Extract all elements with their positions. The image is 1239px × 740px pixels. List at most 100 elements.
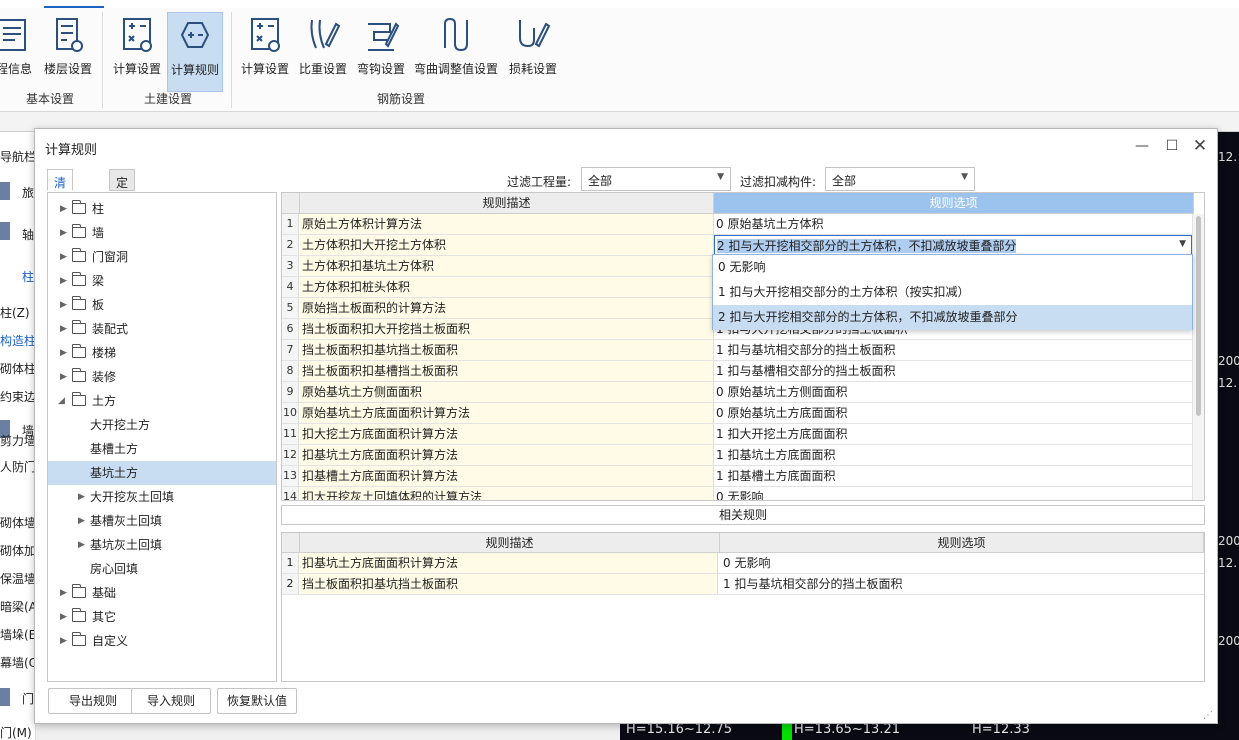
tree-node[interactable]: ▶ 装配式 bbox=[48, 317, 276, 341]
tree-node[interactable]: ▶ 基槽灰土回填 bbox=[48, 509, 276, 533]
nav-item[interactable]: 门(M) bbox=[0, 724, 35, 740]
nav-item[interactable]: 暗梁(A) bbox=[0, 598, 35, 615]
resize-grip-icon[interactable]: ⋰ bbox=[1203, 710, 1213, 721]
loss-settings-button[interactable]: 损耗设置 bbox=[504, 12, 562, 92]
tree-node-pit-earthwork[interactable]: 基坑土方 bbox=[48, 461, 276, 485]
nav-item[interactable]: 砌体墙 bbox=[0, 514, 35, 531]
tree-node[interactable]: 大开挖土方 bbox=[48, 413, 276, 437]
tab-quota-rules[interactable]: 定额规则 bbox=[109, 169, 136, 241]
restore-default-button[interactable]: 恢复默认值 bbox=[217, 688, 297, 714]
tree-node[interactable]: ▶ 其它 bbox=[48, 605, 276, 629]
density-settings-button[interactable]: 比重设置 bbox=[296, 12, 350, 92]
chevron-right-icon[interactable]: ▶ bbox=[60, 197, 70, 221]
filter-quantity-select[interactable]: 全部 ▼ bbox=[581, 167, 731, 191]
chevron-right-icon[interactable]: ▶ bbox=[78, 533, 88, 557]
rebar-calc-settings-button[interactable]: 计算设置 bbox=[238, 12, 292, 92]
tree-node[interactable]: ▶ 板 bbox=[48, 293, 276, 317]
nav-item[interactable]: 约束边 bbox=[0, 388, 35, 405]
table-row[interactable]: 9 原始基坑土方侧面面积 0 原始基坑土方侧面面积 bbox=[282, 382, 1204, 403]
chevron-down-icon[interactable]: ▼ bbox=[1179, 239, 1186, 249]
table-row[interactable]: 8 挡土板面积扣基槽挡土板面积 1 扣与基槽相交部分的挡土板面积 bbox=[282, 361, 1204, 382]
dropdown-option-2[interactable]: 2 扣与大开挖相交部分的土方体积，不扣减放坡重叠部分 bbox=[713, 305, 1192, 330]
table-row[interactable]: 1 原始土方体积计算方法 0 原始基坑土方体积 bbox=[282, 214, 1204, 235]
table-row[interactable]: 1 扣基坑土方底面面积计算方法 0 无影响 bbox=[282, 553, 1204, 574]
chevron-right-icon[interactable]: ▶ bbox=[78, 509, 88, 533]
calc-rules-button[interactable]: 计算规则 bbox=[167, 12, 223, 92]
project-info-button[interactable]: 程信息 bbox=[0, 12, 36, 92]
chevron-right-icon[interactable]: ▶ bbox=[60, 341, 70, 365]
scrollbar-thumb[interactable] bbox=[1196, 216, 1201, 416]
nav-item[interactable]: 砌体柱 bbox=[0, 360, 35, 377]
tree-node[interactable]: 房心回填 bbox=[48, 557, 276, 581]
table-row[interactable]: 2 挡土板面积扣基坑挡土板面积 1 扣与基坑相交部分的挡土板面积 bbox=[282, 574, 1204, 595]
tree-node[interactable]: ▶ 柱 bbox=[48, 197, 276, 221]
tree-node[interactable]: ▶ 梁 bbox=[48, 269, 276, 293]
row-option[interactable]: 1 扣基槽土方底面面积 bbox=[714, 466, 1192, 486]
row-option[interactable]: 1 扣基坑土方底面面积 bbox=[714, 445, 1192, 465]
nav-item[interactable]: 剪力墙 bbox=[0, 432, 35, 449]
menu-tab-project-settings[interactable] bbox=[44, 0, 104, 8]
export-rules-button[interactable]: 导出规则 bbox=[48, 688, 138, 714]
row-desc: 土方体积扣桩头体积 bbox=[300, 277, 714, 297]
table-row-active[interactable]: 2 土方体积扣大开挖土方体积 2 扣与大开挖相交部分的土方体积，不扣减放坡重叠部分 ▼ bbox=[282, 235, 1204, 256]
nav-item[interactable]: 墙垛(E) bbox=[0, 626, 35, 643]
tree-node[interactable]: ▶ 自定义 bbox=[48, 629, 276, 653]
row-option-select[interactable]: 2 扣与大开挖相交部分的土方体积，不扣减放坡重叠部分 bbox=[714, 235, 1192, 255]
dialog-titlebar[interactable]: 计算规则 — ☐ ✕ bbox=[35, 129, 1217, 163]
nav-item[interactable]: 幕墙(Q) bbox=[0, 654, 35, 671]
row-option[interactable]: 0 原始基坑土方侧面面积 bbox=[714, 382, 1192, 402]
tree-node[interactable]: ▶ 装修 bbox=[48, 365, 276, 389]
chevron-right-icon[interactable]: ▶ bbox=[78, 485, 88, 509]
row-option[interactable]: 1 扣与基坑相交部分的挡土板面积 bbox=[714, 340, 1192, 360]
bend-adjust-button[interactable]: 弯曲调整值设置 bbox=[412, 12, 500, 92]
tree-node[interactable]: ▶ 基础 bbox=[48, 581, 276, 605]
minimize-icon[interactable]: — bbox=[1131, 137, 1153, 155]
chevron-right-icon[interactable]: ▶ bbox=[60, 605, 70, 629]
chevron-right-icon[interactable]: ▶ bbox=[60, 269, 70, 293]
maximize-icon[interactable]: ☐ bbox=[1161, 137, 1183, 155]
nav-item[interactable]: 保温墙 bbox=[0, 570, 35, 587]
chevron-right-icon[interactable]: ▶ bbox=[60, 221, 70, 245]
tree-node[interactable]: ▶ 基坑灰土回填 bbox=[48, 533, 276, 557]
chevron-right-icon[interactable]: ▶ bbox=[60, 629, 70, 653]
table-row[interactable]: 13 扣基槽土方底面面积计算方法 1 扣基槽土方底面面积 bbox=[282, 466, 1204, 487]
dropdown-option-1[interactable]: 1 扣与大开挖相交部分的土方体积（按实扣减） bbox=[713, 280, 1192, 305]
nav-item[interactable]: 柱(Z) bbox=[0, 304, 35, 321]
table-row[interactable]: 10 原始基坑土方底面面积计算方法 0 原始基坑土方底面面积 bbox=[282, 403, 1204, 424]
chevron-right-icon[interactable]: ▶ bbox=[60, 317, 70, 341]
tree-node[interactable]: ▶ 墙 bbox=[48, 221, 276, 245]
nav-item[interactable]: 砌体加 bbox=[0, 542, 35, 559]
table-row[interactable]: 11 扣大挖土方底面面积计算方法 1 扣大开挖土方底面面积 bbox=[282, 424, 1204, 445]
row-option[interactable]: 0 原始基坑土方体积 bbox=[714, 214, 1192, 234]
calc-settings-button[interactable]: 计算设置 bbox=[110, 12, 164, 92]
chevron-right-icon[interactable]: ▶ bbox=[60, 581, 70, 605]
floor-settings-button[interactable]: 楼层设置 bbox=[40, 12, 96, 92]
tab-bill-rules[interactable]: 清单规则 bbox=[47, 169, 74, 241]
chevron-down-icon[interactable]: ◢ bbox=[58, 389, 68, 413]
row-option[interactable]: 0 原始基坑土方底面面积 bbox=[714, 403, 1192, 423]
tree-node[interactable]: ▶ 大开挖灰土回填 bbox=[48, 485, 276, 509]
row-option[interactable]: 0 无影响 bbox=[714, 487, 1192, 500]
tree-node[interactable]: ▶ 门窗洞 bbox=[48, 245, 276, 269]
filter-deduct-select[interactable]: 全部 ▼ bbox=[825, 167, 975, 191]
nav-item[interactable]: 人防门 bbox=[0, 458, 35, 475]
import-rules-button[interactable]: 导入规则 bbox=[131, 688, 211, 714]
chevron-right-icon[interactable]: ▶ bbox=[60, 293, 70, 317]
row-option[interactable]: 0 无影响 bbox=[720, 553, 1204, 573]
table-row[interactable]: 12 扣基坑土方底面面积计算方法 1 扣基坑土方底面面积 bbox=[282, 445, 1204, 466]
row-option[interactable]: 1 扣与基槽相交部分的挡土板面积 bbox=[714, 361, 1192, 381]
chevron-right-icon[interactable]: ▶ bbox=[60, 365, 70, 389]
tree-node[interactable]: ▶ 楼梯 bbox=[48, 341, 276, 365]
tree-node-earthwork[interactable]: ◢ 土方 bbox=[48, 389, 276, 413]
close-icon[interactable]: ✕ bbox=[1189, 137, 1211, 155]
tree-node[interactable]: 基槽土方 bbox=[48, 437, 276, 461]
dropdown-option-0[interactable]: 0 无影响 bbox=[713, 255, 1192, 280]
chevron-right-icon[interactable]: ▶ bbox=[60, 245, 70, 269]
row-option[interactable]: 1 扣大开挖土方底面面积 bbox=[714, 424, 1192, 444]
nav-item-construct-column[interactable]: 构造柱 bbox=[0, 332, 35, 349]
table-row[interactable]: 14 扣大开挖灰土回填体积的计算方法 0 无影响 bbox=[282, 487, 1204, 500]
grid-vertical-scrollbar[interactable] bbox=[1192, 214, 1204, 500]
table-row[interactable]: 7 挡土板面积扣基坑挡土板面积 1 扣与基坑相交部分的挡土板面积 bbox=[282, 340, 1204, 361]
row-option[interactable]: 1 扣与基坑相交部分的挡土板面积 bbox=[720, 574, 1204, 594]
hook-settings-button[interactable]: 弯钩设置 bbox=[354, 12, 408, 92]
